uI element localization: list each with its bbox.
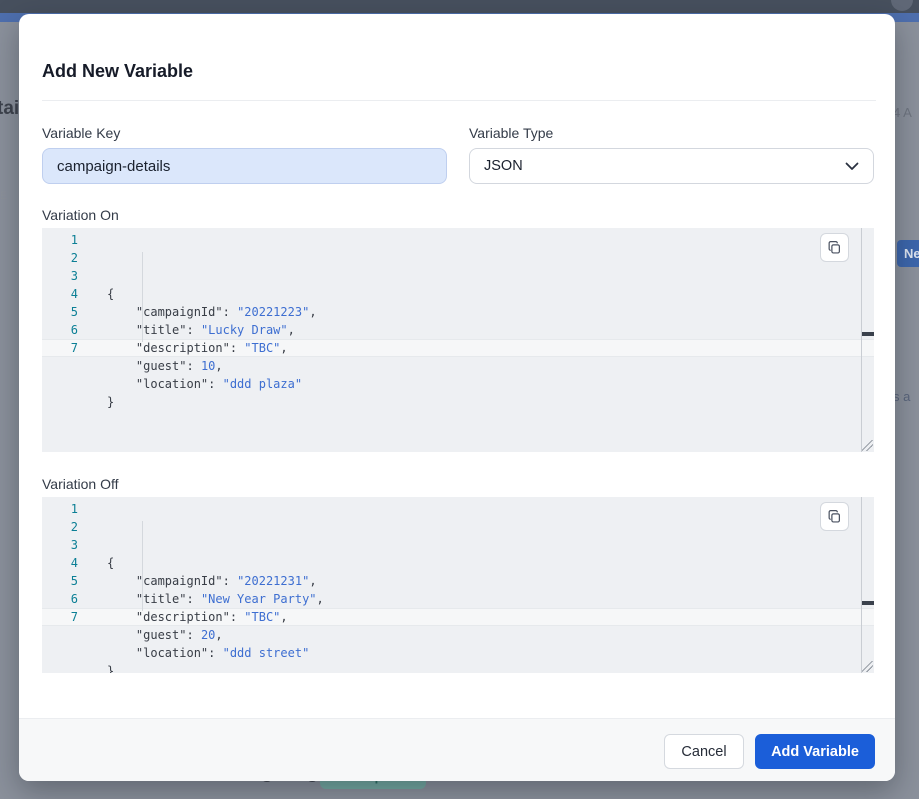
code-content[interactable]: { "campaignId": "20221223", "title": "Lu… [78, 231, 317, 411]
variable-key-input[interactable] [42, 148, 447, 184]
clipped-text-fragment: s a [893, 389, 910, 404]
resize-handle[interactable] [862, 440, 873, 451]
indent-guide [142, 521, 143, 611]
add-variable-modal: Add New Variable Variable Key Variable T… [19, 14, 895, 781]
clipped-heading-fragment: tai [0, 98, 19, 120]
chevron-down-icon [845, 162, 859, 171]
copy-icon [827, 240, 842, 255]
line-number-gutter: 1234567 [42, 231, 78, 411]
variable-type-select[interactable]: JSON [469, 148, 874, 184]
variable-type-value: JSON [484, 158, 523, 174]
top-navbar [0, 0, 919, 13]
variation-on-editor[interactable]: 1234567 { "campaignId": "20221223", "tit… [42, 228, 874, 452]
copy-button[interactable] [820, 233, 849, 262]
clipped-text-fragment: 4 A [893, 105, 912, 120]
scrollbar-thumb[interactable] [862, 601, 874, 605]
variation-off-editor[interactable]: 1234567 { "campaignId": "20221231", "tit… [42, 497, 874, 673]
resize-handle[interactable] [862, 661, 873, 672]
line-number-gutter: 1234567 [42, 500, 78, 673]
copy-icon [827, 509, 842, 524]
scrollbar-track [861, 228, 862, 452]
clipped-new-button: Ne [897, 240, 919, 267]
divider [42, 100, 876, 101]
indent-guide [142, 252, 143, 342]
variable-type-label: Variable Type [469, 125, 553, 141]
variable-key-label: Variable Key [42, 125, 120, 141]
modal-footer: Cancel Add Variable [19, 718, 895, 781]
copy-button[interactable] [820, 502, 849, 531]
clipped-text-fragment: E [0, 190, 7, 202]
modal-title: Add New Variable [42, 61, 193, 82]
scrollbar-thumb[interactable] [862, 332, 874, 336]
scrollbar-track [861, 497, 862, 673]
variation-off-label: Variation Off [42, 476, 119, 492]
cancel-button[interactable]: Cancel [664, 734, 744, 769]
add-variable-button[interactable]: Add Variable [755, 734, 875, 769]
variation-on-label: Variation On [42, 207, 119, 223]
code-content[interactable]: { "campaignId": "20221231", "title": "Ne… [78, 500, 324, 673]
